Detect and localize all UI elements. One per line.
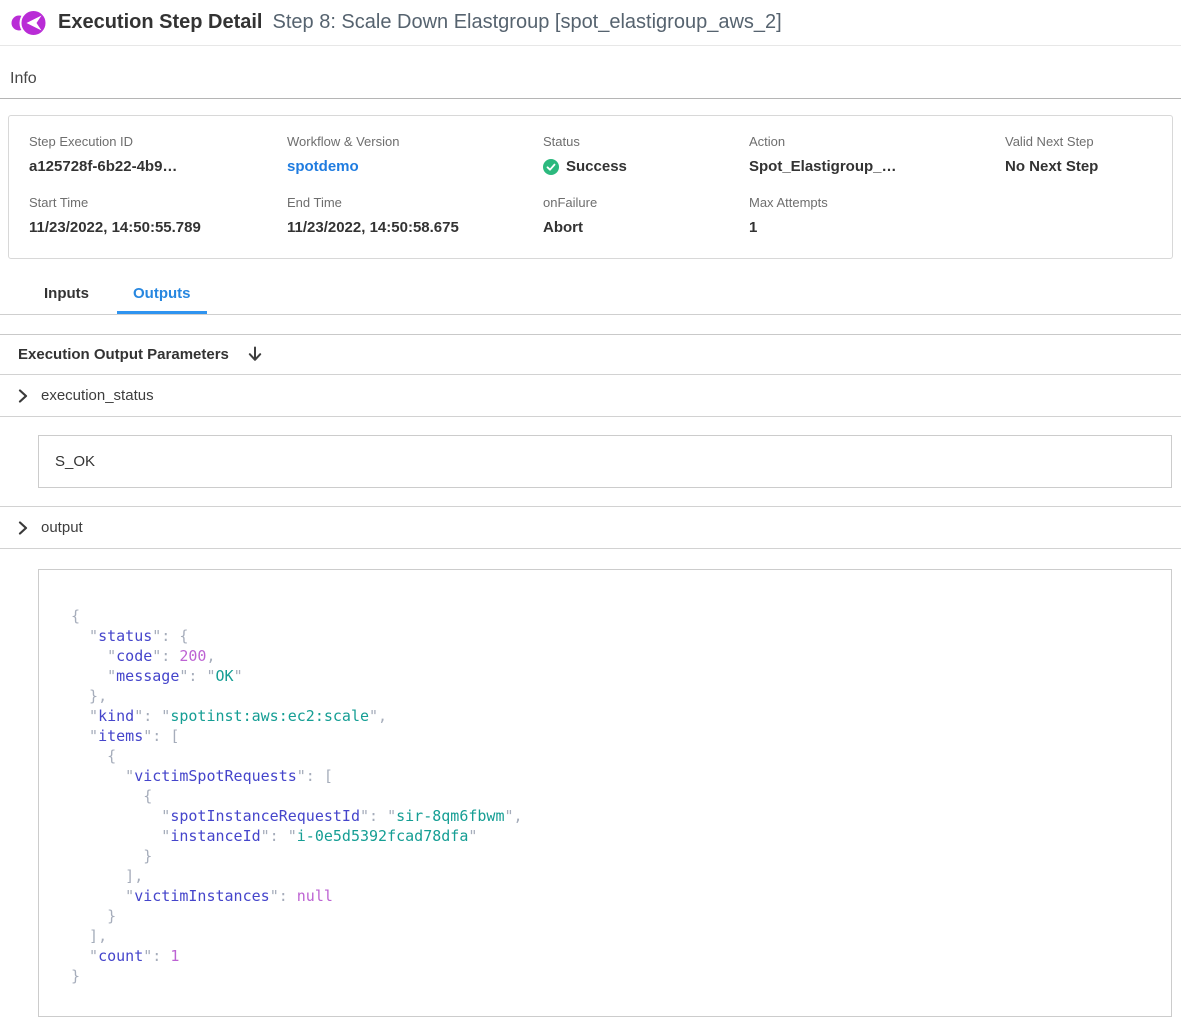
field-max-attempts: Max Attempts 1 bbox=[749, 195, 1005, 236]
output-code: { "status": { "code": 200, "message": "O… bbox=[71, 606, 1155, 986]
field-valid-next-step: Valid Next Step No Next Step bbox=[1005, 134, 1152, 175]
output-parameters-header: Execution Output Parameters bbox=[0, 334, 1181, 375]
status-text: Success bbox=[566, 158, 627, 175]
spot-logo-icon bbox=[10, 8, 48, 38]
output-parameters-title: Execution Output Parameters bbox=[18, 346, 229, 363]
field-value: 11/23/2022, 14:50:55.789 bbox=[29, 219, 287, 236]
param-name: output bbox=[41, 519, 83, 536]
tab-outputs[interactable]: Outputs bbox=[117, 279, 207, 314]
field-label: onFailure bbox=[543, 195, 749, 210]
field-workflow-version: Workflow & Version spotdemo bbox=[287, 134, 543, 175]
field-label: Valid Next Step bbox=[1005, 134, 1152, 149]
workflow-link[interactable]: spotdemo bbox=[287, 158, 543, 175]
app-header: Execution Step Detail Step 8: Scale Down… bbox=[0, 0, 1181, 46]
inputs-outputs-tabs: Inputs Outputs bbox=[0, 279, 1181, 315]
field-label: Start Time bbox=[29, 195, 287, 210]
field-status: Status Success bbox=[543, 134, 749, 175]
param-name: execution_status bbox=[41, 387, 154, 404]
chevron-right-icon bbox=[18, 389, 28, 403]
field-label: Max Attempts bbox=[749, 195, 1005, 210]
info-divider bbox=[0, 98, 1181, 99]
field-value: No Next Step bbox=[1005, 158, 1152, 175]
chevron-right-icon bbox=[18, 521, 28, 535]
field-label: Workflow & Version bbox=[287, 134, 543, 149]
field-value: a125728f-6b22-4b9… bbox=[29, 158, 287, 175]
field-value: Spot_Elastigroup_… bbox=[749, 158, 1005, 175]
tab-inputs[interactable]: Inputs bbox=[28, 279, 105, 314]
param-row-execution-status[interactable]: execution_status bbox=[0, 375, 1181, 417]
field-value: 11/23/2022, 14:50:58.675 bbox=[287, 219, 543, 236]
field-step-execution-id: Step Execution ID a125728f-6b22-4b9… bbox=[29, 134, 287, 175]
field-label: End Time bbox=[287, 195, 543, 210]
output-json-box: { "status": { "code": 200, "message": "O… bbox=[38, 569, 1172, 1017]
field-value: 1 bbox=[749, 219, 1005, 236]
field-action: Action Spot_Elastigroup_… bbox=[749, 134, 1005, 175]
field-label: Status bbox=[543, 134, 749, 149]
field-empty bbox=[1005, 195, 1152, 236]
field-on-failure: onFailure Abort bbox=[543, 195, 749, 236]
spacer bbox=[0, 315, 1181, 334]
success-check-icon bbox=[543, 159, 559, 175]
page-title: Execution Step Detail bbox=[58, 11, 263, 34]
info-card: Step Execution ID a125728f-6b22-4b9… Wor… bbox=[8, 115, 1173, 259]
field-label: Action bbox=[749, 134, 1005, 149]
field-label: Step Execution ID bbox=[29, 134, 287, 149]
info-section-label: Info bbox=[0, 46, 1181, 98]
execution-status-value-box: S_OK bbox=[38, 435, 1172, 488]
page-subtitle: Step 8: Scale Down Elastgroup [spot_elas… bbox=[273, 11, 782, 34]
field-value: Abort bbox=[543, 219, 749, 236]
down-arrow-icon[interactable] bbox=[247, 346, 263, 363]
param-row-output[interactable]: output bbox=[0, 507, 1181, 549]
field-start-time: Start Time 11/23/2022, 14:50:55.789 bbox=[29, 195, 287, 236]
status-badge: Success bbox=[543, 158, 749, 175]
field-end-time: End Time 11/23/2022, 14:50:58.675 bbox=[287, 195, 543, 236]
